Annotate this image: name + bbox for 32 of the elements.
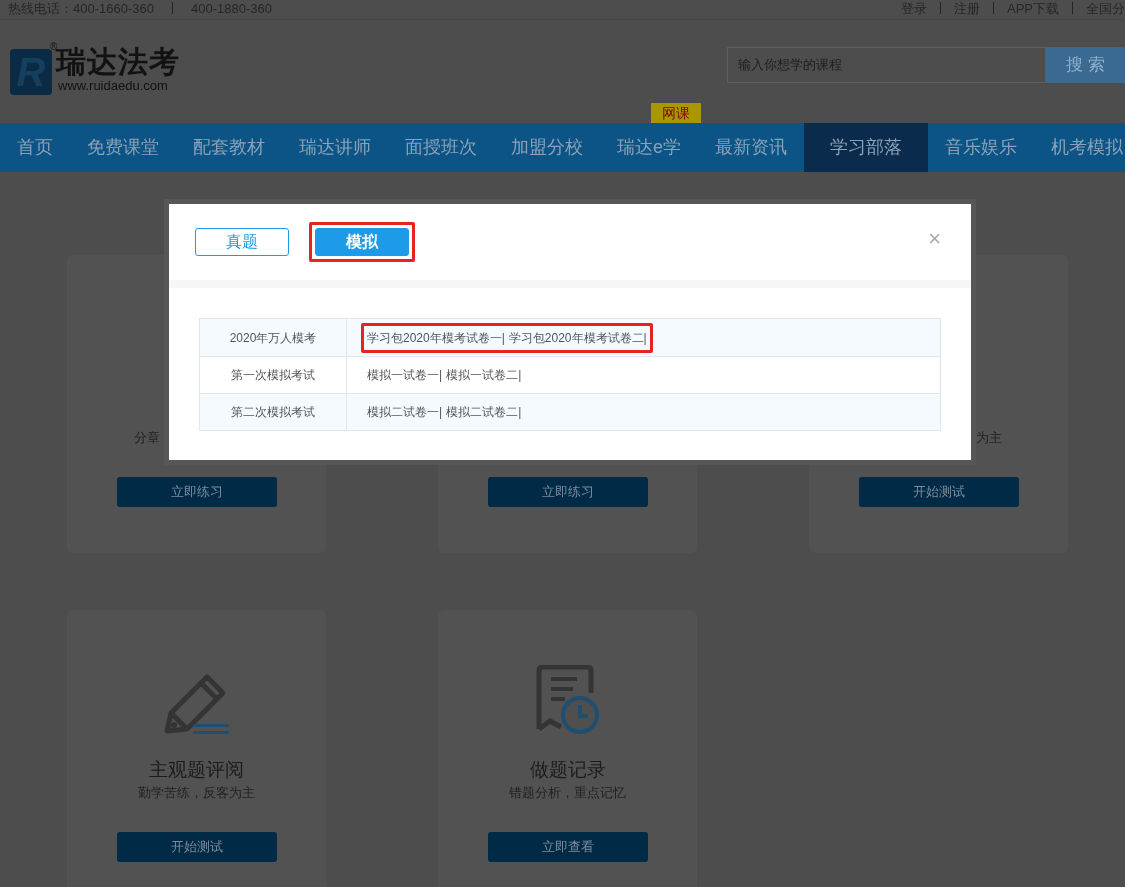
card-button[interactable]: 开始测试 — [116, 832, 277, 862]
course-badge: 网课 — [651, 103, 701, 123]
paper-link[interactable]: 模拟一试卷一| — [367, 366, 443, 384]
nav-tab[interactable]: 首页 — [0, 123, 70, 172]
document-clock-icon — [535, 665, 600, 735]
logo-name: 瑞达法考 — [56, 44, 180, 79]
nav-tab[interactable]: 免费课堂 — [70, 123, 176, 172]
card-button[interactable]: 开始测试 — [858, 477, 1019, 507]
nav-tab[interactable]: 机考模拟 — [1034, 123, 1125, 172]
paper-link[interactable]: 模拟二试卷二| — [446, 403, 522, 421]
nav-tab[interactable]: 最新资讯 — [698, 123, 804, 172]
card-button[interactable]: 立即练习 — [487, 477, 648, 507]
nav-tab[interactable]: 瑞达讲师 — [282, 123, 388, 172]
nav-tab[interactable]: 加盟分校 — [494, 123, 600, 172]
nav-tab[interactable]: 面授班次 — [388, 123, 494, 172]
close-button[interactable]: × — [928, 228, 941, 250]
nav-tab[interactable]: 瑞达e学 — [600, 123, 698, 172]
nav-tab[interactable]: 配套教材 — [176, 123, 282, 172]
card-button[interactable]: 立即练习 — [116, 477, 277, 507]
pencil-icon — [162, 673, 231, 735]
paper-link[interactable]: 模拟一试卷二| — [446, 366, 522, 384]
nav-tab[interactable]: 学习部落 — [804, 123, 928, 172]
logo-url: www.ruidaedu.com — [58, 78, 168, 93]
table-cell: 第二次模拟考试 — [200, 394, 347, 430]
paper-link[interactable]: 模拟二试卷一| — [367, 403, 443, 421]
dialog-tab[interactable]: 模拟 — [315, 228, 409, 256]
search-button[interactable]: 搜 索 — [1046, 46, 1125, 83]
dialog-tab[interactable]: 真题 — [195, 228, 289, 256]
paper-link[interactable]: 学习包2020年模考试卷一| — [367, 328, 505, 347]
card-button[interactable]: 立即查看 — [487, 832, 648, 862]
paper-link[interactable]: 学习包2020年模考试卷二| — [508, 328, 647, 347]
nav-tab[interactable]: 音乐娱乐 — [928, 123, 1034, 172]
